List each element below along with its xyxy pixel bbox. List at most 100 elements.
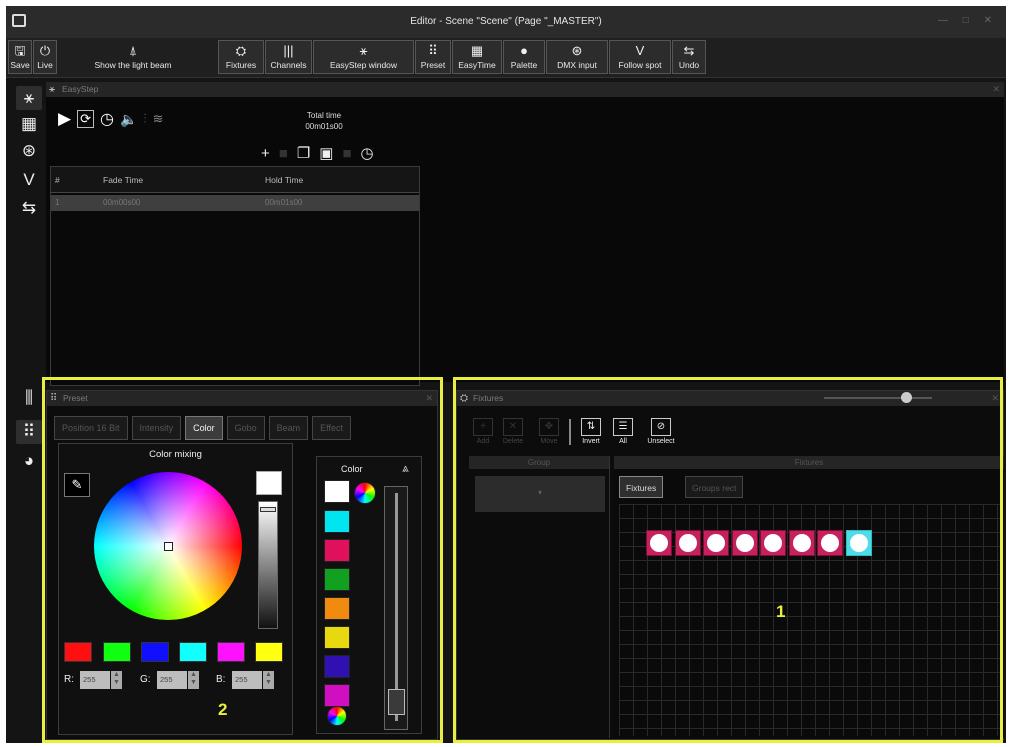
b-stepper[interactable]: ▲ ▼ [263, 671, 274, 689]
tab-groups-rect[interactable]: Groups rect [685, 476, 744, 498]
channels-side-button[interactable]: ⫼ [16, 386, 42, 410]
undo-button[interactable]: ⇆ Undo [672, 40, 706, 74]
quick-color-red[interactable] [64, 642, 92, 662]
paste-step-icon[interactable]: ▣ [319, 144, 333, 162]
color-list-slider[interactable] [384, 486, 408, 730]
show-beam-button[interactable]: ⍋ Show the light beam [59, 40, 207, 74]
step-row[interactable]: 1 00m00s00 00m01s00 [51, 195, 419, 211]
quick-color-blue[interactable] [141, 642, 169, 662]
eyedropper-button[interactable]: ✎ [64, 473, 90, 497]
easytime-side-button[interactable]: ▦ [16, 112, 42, 136]
easystep-side-button[interactable]: ⚹ [16, 86, 42, 110]
color-item-pink[interactable] [324, 684, 350, 707]
quick-color-green[interactable] [103, 642, 131, 662]
editor-window: Editor - Scene "Scene" (Page "_MASTER") … [6, 6, 1006, 743]
r-input[interactable]: 255 [80, 671, 110, 689]
group-item[interactable]: * [475, 476, 605, 512]
color-wheel-toggle-icon[interactable]: ⩓ [402, 461, 409, 476]
color-item-cyan[interactable] [324, 510, 350, 533]
wheel-mode-icon[interactable] [354, 482, 376, 504]
preset-title-icon: ⠿ [50, 393, 58, 404]
follow-spot-button[interactable]: V Follow spot [609, 40, 671, 74]
move-icon: ✥ [539, 418, 559, 436]
easystep-window-button[interactable]: ⚹ EasyStep window [313, 40, 414, 74]
tab-fixtures[interactable]: Fixtures [619, 476, 664, 498]
brightness-slider-handle[interactable] [260, 507, 276, 512]
fixture-item[interactable] [760, 530, 786, 556]
color-item-magenta[interactable] [324, 539, 350, 562]
save-button[interactable]: 🖫 Save [8, 40, 32, 74]
color-wheel-cursor[interactable] [164, 542, 173, 551]
fixture-item[interactable] [703, 530, 729, 556]
brightness-slider[interactable] [258, 501, 278, 629]
b-input[interactable]: 255 [232, 671, 262, 689]
add-step-icon[interactable]: + [261, 145, 270, 162]
tab-color[interactable]: Color [185, 416, 223, 440]
fixtures-close-icon[interactable]: ✕ [991, 391, 999, 406]
g-stepper[interactable]: ▲ ▼ [188, 671, 199, 689]
col-hold-time: Hold Time [265, 175, 304, 185]
color-item-orange[interactable] [324, 597, 350, 620]
color-item-purple[interactable] [324, 655, 350, 678]
move-tool[interactable]: ✥ Move [536, 418, 562, 445]
waveform-icon[interactable]: ≋ [153, 111, 164, 127]
color-slider-knob[interactable] [388, 689, 405, 715]
copy-step-icon[interactable]: ❐ [297, 144, 310, 162]
dmx-input-button[interactable]: ⊛ DMX input [546, 40, 608, 74]
dmx-side-button[interactable]: ⊛ [16, 139, 42, 163]
preset-button[interactable]: ⠿ Preset [415, 40, 451, 74]
fixture-item[interactable] [646, 530, 672, 556]
tab-effect[interactable]: Effect [312, 416, 351, 440]
easytime-button[interactable]: ▦ EasyTime [452, 40, 502, 74]
unselect-tool[interactable]: ⊘ Unselect [646, 418, 676, 445]
palette-button[interactable]: ● Palette [503, 40, 545, 74]
swap-side-button[interactable]: ⇆ [16, 196, 42, 220]
r-stepper[interactable]: ▲ ▼ [111, 671, 122, 689]
tab-intensity[interactable]: Intensity [131, 416, 182, 440]
palette-side-icon: ◕ [23, 451, 35, 470]
quick-color-yellow[interactable] [255, 642, 283, 662]
fixture-item[interactable] [845, 530, 872, 556]
window-controls[interactable]: — □ ✕ [938, 15, 998, 26]
fixture-item[interactable] [674, 530, 701, 556]
sound-icon[interactable]: 🔈 [120, 111, 137, 128]
callout-2: 2 [218, 700, 228, 719]
preset-close-icon[interactable]: ✕ [425, 391, 433, 406]
all-tool[interactable]: ☰ All [610, 418, 636, 445]
zoom-slider-knob[interactable] [901, 392, 912, 403]
channels-button[interactable]: ||| Channels [265, 40, 312, 74]
quick-color-magenta[interactable] [217, 642, 245, 662]
step-time-icon[interactable]: ◷ [361, 144, 374, 162]
step-table: # Fade Time Hold Time 1 00m00s00 00m01s0… [50, 166, 420, 386]
color-item-yellow[interactable] [324, 626, 350, 649]
audio-level-icon[interactable]: ⫶ [143, 111, 146, 127]
follow-spot-side-button[interactable]: V [16, 168, 42, 192]
tab-beam[interactable]: Beam [268, 416, 309, 440]
color-item-green[interactable] [324, 568, 350, 591]
tab-gobo[interactable]: Gobo [226, 416, 265, 440]
tool-separator [569, 419, 571, 445]
zoom-slider[interactable] [824, 397, 932, 399]
preset-side-button[interactable]: ⠿ [16, 420, 42, 444]
play-icon[interactable]: ▶ [58, 109, 71, 129]
loop-icon[interactable]: ⟳ [77, 110, 94, 128]
tab-position[interactable]: Position 16 Bit [54, 416, 128, 440]
r-label: R: [64, 674, 74, 685]
quick-color-cyan[interactable] [179, 642, 207, 662]
fixture-item[interactable] [788, 530, 815, 556]
col-number: # [55, 175, 60, 185]
fixtures-button[interactable]: ⛭ Fixtures [218, 40, 264, 74]
wheel-mode-bottom-icon[interactable] [327, 706, 347, 726]
g-input[interactable]: 255 [157, 671, 187, 689]
color-item-white[interactable] [324, 480, 350, 503]
add-tool[interactable]: + Add [470, 418, 496, 445]
fixture-item[interactable] [731, 530, 758, 556]
fixture-item[interactable] [817, 530, 843, 556]
delete-tool[interactable]: ✕ Delete [500, 418, 526, 445]
invert-tool[interactable]: ⇅ Invert [578, 418, 604, 445]
palette-side-button[interactable]: ◕ [16, 449, 42, 473]
step-disabled2-icon: ■ [342, 144, 352, 162]
clock-icon[interactable]: ◷ [100, 109, 114, 129]
live-button[interactable]: ⏻ Live [33, 40, 57, 74]
panel-close-icon[interactable]: ✕ [992, 82, 1000, 97]
